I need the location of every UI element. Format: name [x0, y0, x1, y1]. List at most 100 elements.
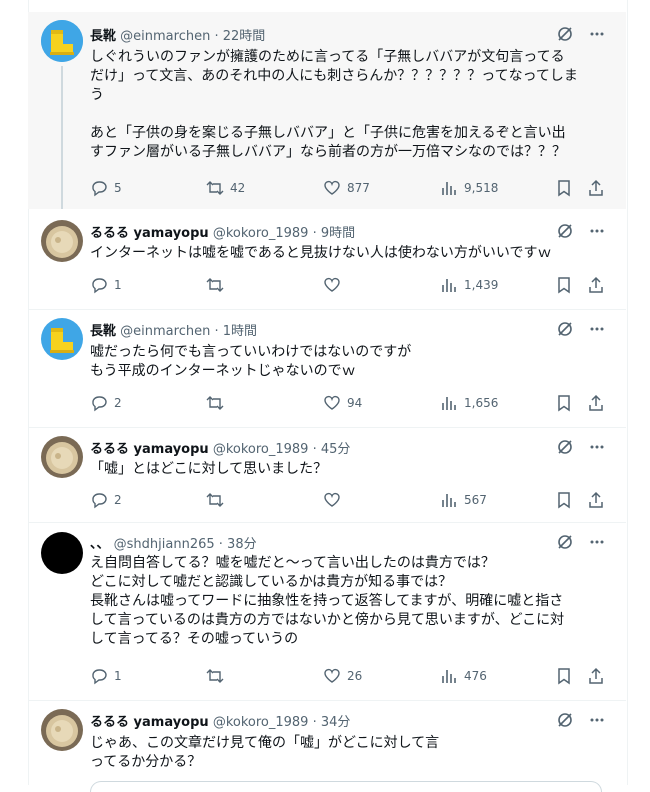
- retweet-count: 42: [230, 181, 246, 195]
- avatar[interactable]: [41, 709, 83, 751]
- bookmark-button[interactable]: [555, 491, 573, 509]
- views-count: 9,518: [464, 181, 499, 195]
- tweet-text: しぐれういのファンが擁護のために言ってる「子無しババアが文句言ってる だけ」って…: [90, 49, 578, 160]
- grok-icon[interactable]: [556, 438, 574, 456]
- more-icon[interactable]: [588, 25, 606, 43]
- views-button[interactable]: 476: [440, 667, 487, 685]
- timestamp[interactable]: · 38分: [219, 537, 257, 552]
- tweet-text: インターネットは嘘を嘘であると見抜けない人は使わない方がいいですｗ: [90, 245, 552, 261]
- heart-icon: [324, 492, 340, 507]
- tweet-text: じゃあ、この文章だけ見て俺の「嘘」がどこに対して言 ってるか分かる？: [90, 735, 440, 770]
- reply-icon: [92, 181, 107, 197]
- tweet-header: るるる yamayopu @kokoro_1989 · 34分: [90, 711, 350, 731]
- like-button[interactable]: 26: [323, 667, 362, 685]
- retweet-icon: [206, 396, 224, 410]
- bookmark-button[interactable]: [555, 276, 573, 294]
- reply-count: 1: [114, 278, 122, 292]
- more-icon[interactable]: [588, 320, 606, 338]
- share-icon: [589, 276, 603, 293]
- bookmark-icon: [558, 395, 570, 412]
- reply-count: 1: [114, 669, 122, 683]
- retweet-button[interactable]: [206, 667, 224, 685]
- timestamp[interactable]: · 45分: [313, 442, 351, 457]
- more-icon[interactable]: [588, 438, 606, 456]
- tweet-actions: 1 26 476: [90, 667, 610, 687]
- user-handle[interactable]: @kokoro_1989: [213, 442, 309, 457]
- share-button[interactable]: [587, 276, 605, 294]
- share-button[interactable]: [587, 491, 605, 509]
- avatar[interactable]: [41, 436, 83, 478]
- display-name[interactable]: 、、: [90, 537, 110, 552]
- reply-button[interactable]: 1: [90, 276, 122, 294]
- share-button[interactable]: [587, 179, 605, 197]
- reply-count: 2: [114, 396, 122, 410]
- user-handle[interactable]: @shdhjiann265: [114, 537, 215, 552]
- retweet-icon: [206, 669, 224, 683]
- avatar[interactable]: [41, 220, 83, 262]
- tweet[interactable]: 、、 @shdhjiann265 · 38分 え自問自答してる？嘘を嘘だと〜って…: [28, 523, 626, 701]
- reply-button[interactable]: 1: [90, 667, 122, 685]
- like-button[interactable]: [323, 491, 341, 509]
- grok-icon[interactable]: [556, 222, 574, 240]
- bookmark-button[interactable]: [555, 667, 573, 685]
- quoted-tweet-card[interactable]: [90, 781, 602, 792]
- reply-icon: [92, 669, 107, 685]
- user-handle[interactable]: @einmarchen: [120, 324, 210, 339]
- avatar[interactable]: [41, 318, 83, 360]
- retweet-button[interactable]: [206, 276, 224, 294]
- like-count: 94: [347, 396, 363, 410]
- thread-line: [61, 66, 63, 209]
- user-handle[interactable]: @kokoro_1989: [213, 226, 309, 241]
- timestamp[interactable]: · 34分: [313, 715, 351, 730]
- tweet-actions: 2 567: [90, 491, 610, 511]
- views-button[interactable]: 1,439: [440, 276, 498, 294]
- display-name[interactable]: るるる yamayopu: [90, 442, 209, 457]
- grok-icon[interactable]: [556, 711, 574, 729]
- tweet[interactable]: るるる yamayopu @kokoro_1989 · 45分 「嘘」とはどこに…: [28, 428, 626, 523]
- tweet[interactable]: るるる yamayopu @kokoro_1989 · 34分 じゃあ、この文章…: [28, 701, 626, 792]
- display-name[interactable]: るるる yamayopu: [90, 715, 209, 730]
- grok-icon[interactable]: [556, 25, 574, 43]
- tweet[interactable]: 長靴 @einmarchen · 22時間 しぐれういのファンが擁護のために言っ…: [28, 12, 626, 209]
- timestamp[interactable]: · 9時間: [313, 226, 356, 241]
- bookmark-icon: [558, 492, 570, 509]
- like-button[interactable]: [323, 276, 341, 294]
- timestamp[interactable]: · 22時間: [214, 29, 265, 44]
- more-icon[interactable]: [588, 533, 606, 551]
- views-button[interactable]: 567: [440, 491, 487, 509]
- reply-count: 5: [114, 181, 122, 195]
- share-button[interactable]: [587, 667, 605, 685]
- user-handle[interactable]: @einmarchen: [120, 29, 210, 44]
- timestamp[interactable]: · 1時間: [214, 324, 257, 339]
- avatar[interactable]: [41, 20, 83, 62]
- bookmark-button[interactable]: [555, 394, 573, 412]
- tweet[interactable]: 長靴 @einmarchen · 1時間 嘘だったら何でも言っていいわけではない…: [28, 310, 626, 428]
- retweet-button[interactable]: 42: [206, 179, 245, 197]
- reply-button[interactable]: 5: [90, 179, 122, 197]
- more-icon[interactable]: [588, 222, 606, 240]
- reply-button[interactable]: 2: [90, 394, 122, 412]
- retweet-icon: [206, 181, 224, 195]
- tweet[interactable]: るるる yamayopu @kokoro_1989 · 9時間 インターネットは…: [28, 212, 626, 312]
- share-button[interactable]: [587, 394, 605, 412]
- user-handle[interactable]: @kokoro_1989: [213, 715, 309, 730]
- tweet-top-icons: [556, 438, 606, 456]
- heart-icon: [324, 277, 340, 292]
- retweet-button[interactable]: [206, 394, 224, 412]
- display-name[interactable]: るるる yamayopu: [90, 226, 209, 241]
- views-icon: [442, 670, 456, 683]
- grok-icon[interactable]: [556, 533, 574, 551]
- views-button[interactable]: 9,518: [440, 179, 498, 197]
- tweet-top-icons: [556, 533, 606, 551]
- avatar[interactable]: [41, 532, 83, 574]
- display-name[interactable]: 長靴: [90, 29, 116, 44]
- views-button[interactable]: 1,656: [440, 394, 498, 412]
- display-name[interactable]: 長靴: [90, 324, 116, 339]
- like-button[interactable]: 877: [323, 179, 370, 197]
- like-button[interactable]: 94: [323, 394, 362, 412]
- reply-button[interactable]: 2: [90, 491, 122, 509]
- bookmark-button[interactable]: [555, 179, 573, 197]
- more-icon[interactable]: [588, 711, 606, 729]
- retweet-button[interactable]: [206, 491, 224, 509]
- grok-icon[interactable]: [556, 320, 574, 338]
